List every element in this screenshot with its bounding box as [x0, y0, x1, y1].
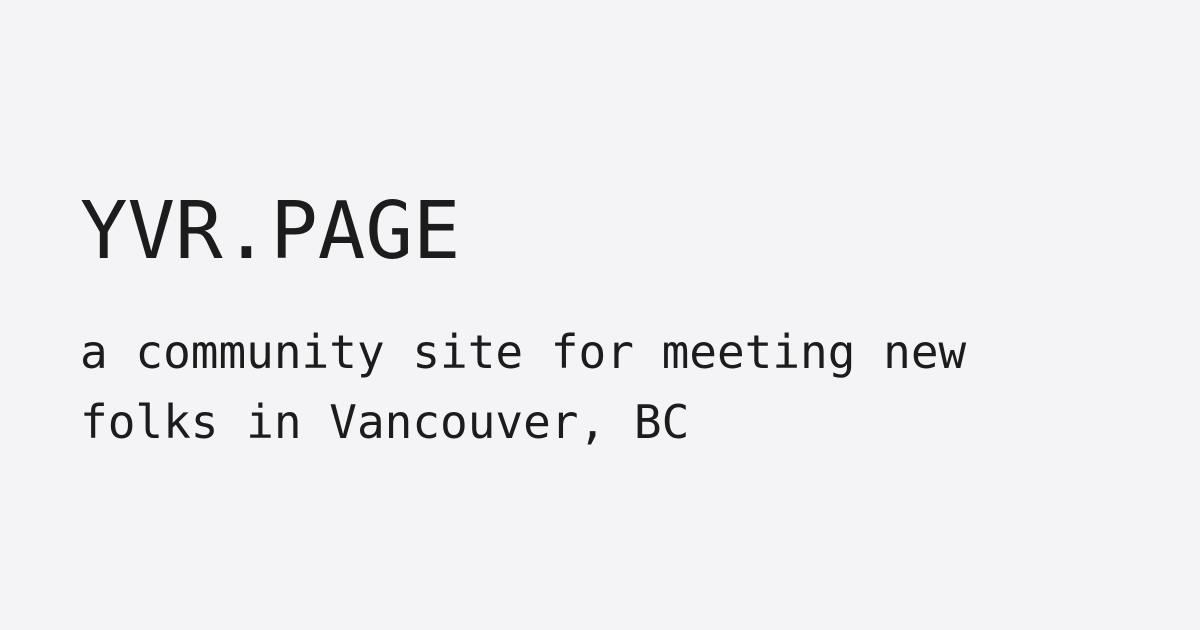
tagline-line-2: folks in Vancouver, BC	[80, 395, 690, 449]
social-card: YVR.PAGE a community site for meeting ne…	[0, 0, 1200, 630]
site-title: YVR.PAGE	[80, 185, 461, 277]
site-tagline: a community site for meeting new folks i…	[80, 317, 1080, 457]
tagline-line-1: a community site for meeting new	[80, 325, 967, 379]
